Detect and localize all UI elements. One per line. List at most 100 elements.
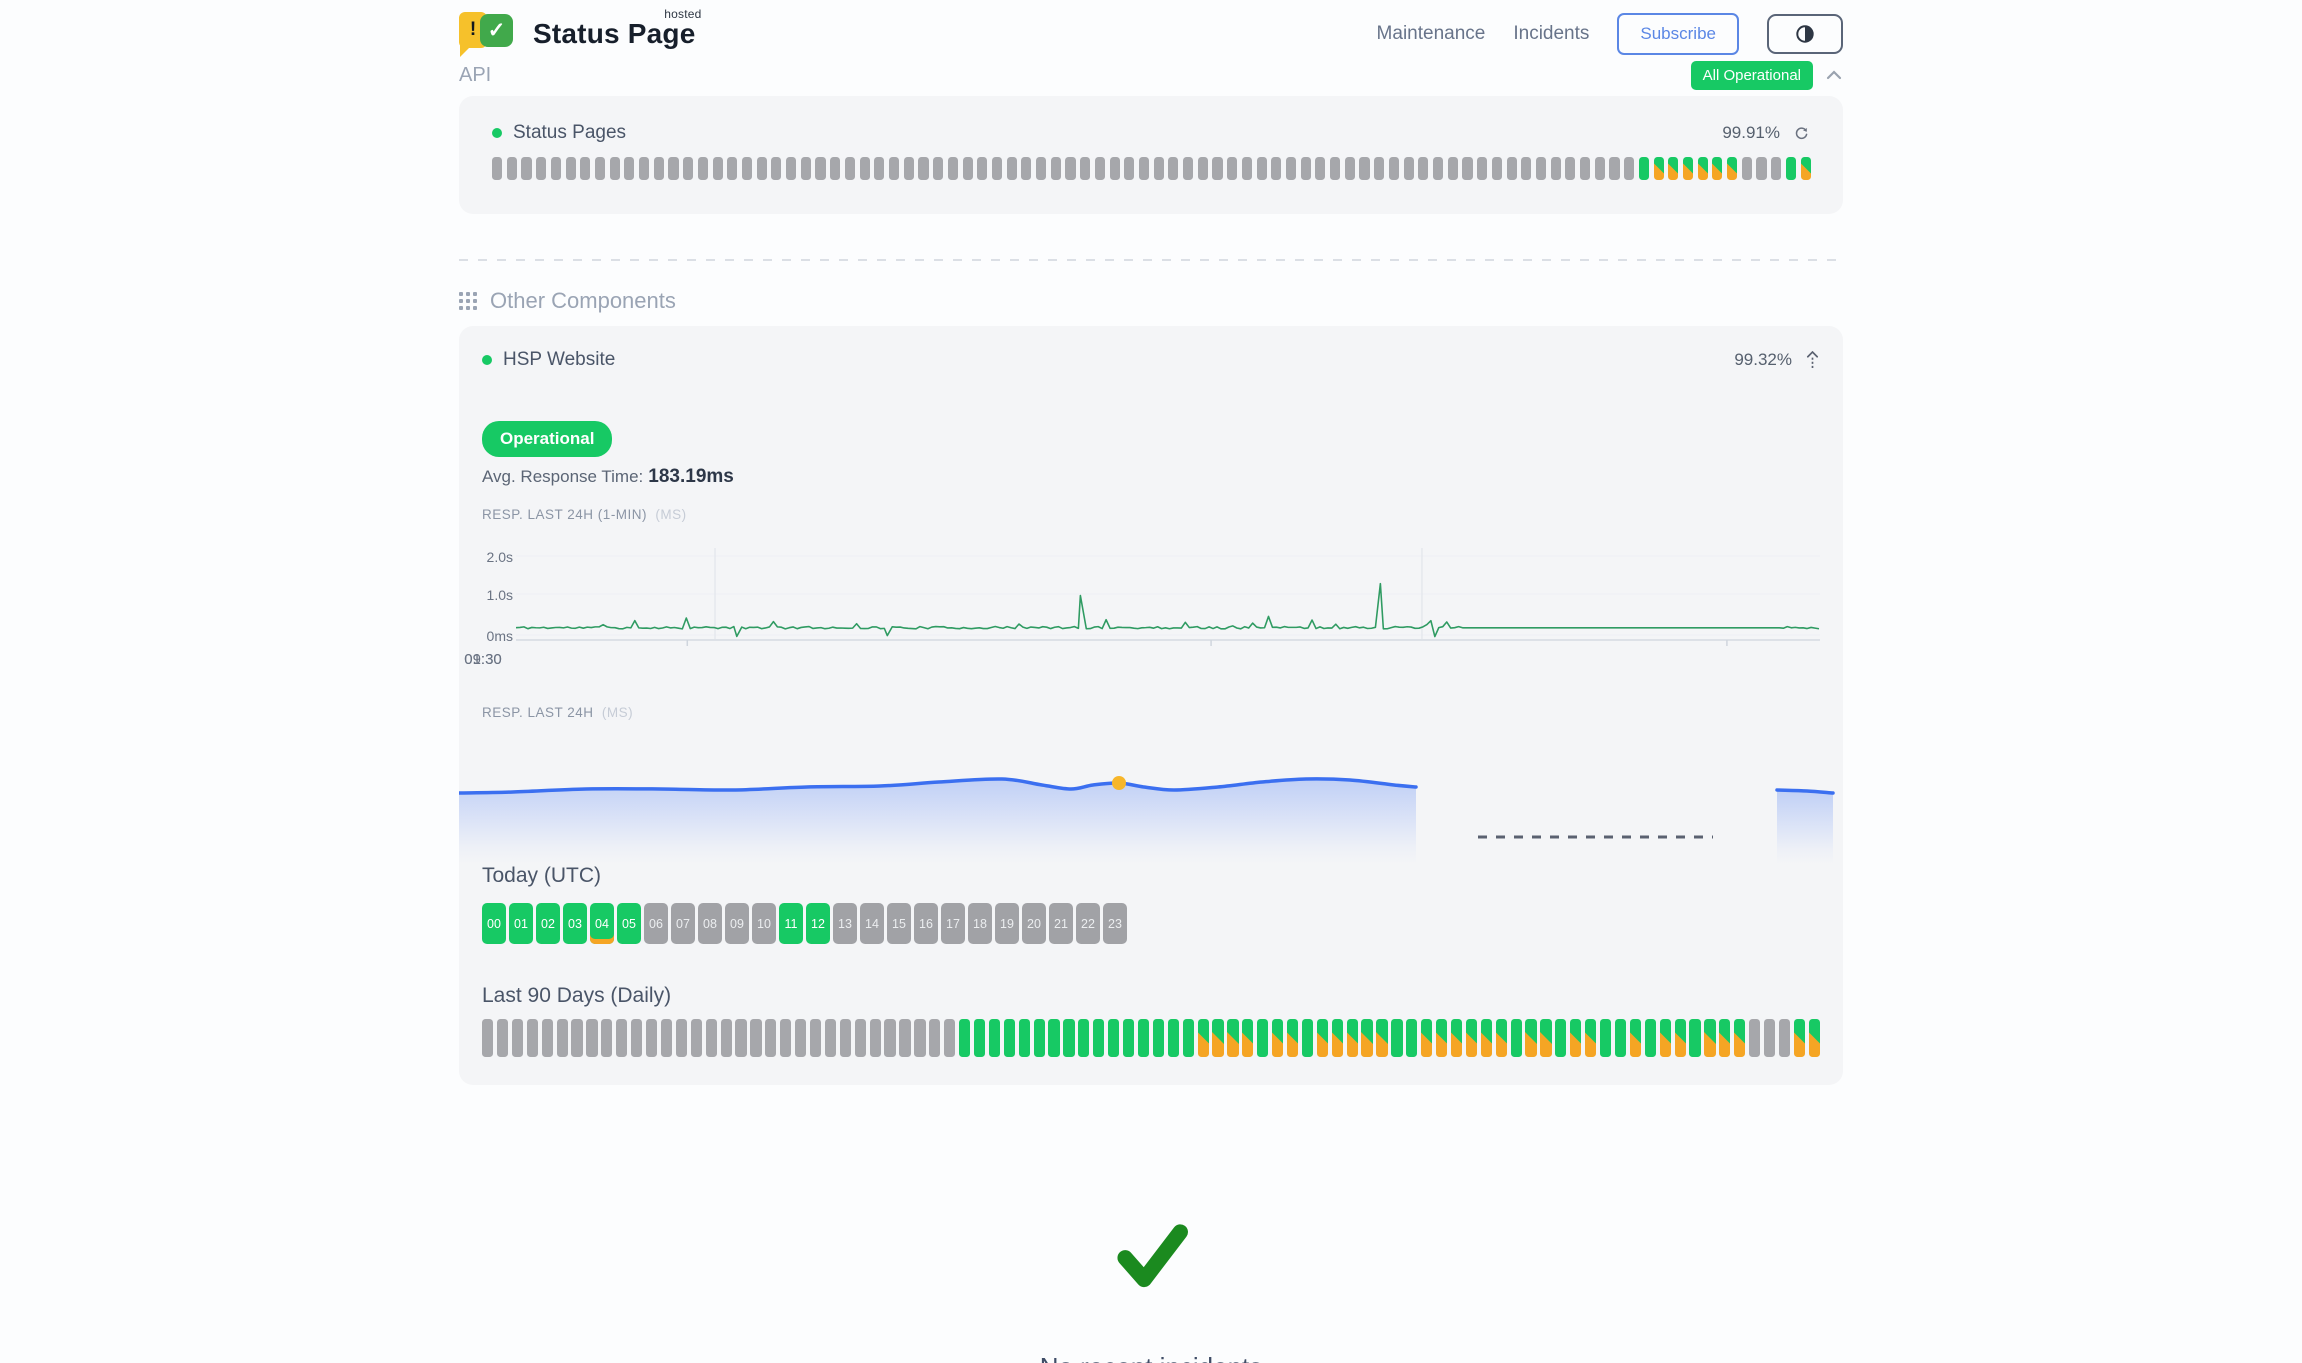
hour-block-19: 19 bbox=[995, 903, 1019, 944]
chart-label-unit: (MS) bbox=[602, 705, 633, 720]
api-card: Status Pages 99.91% bbox=[459, 96, 1843, 214]
nav-maintenance[interactable]: Maintenance bbox=[1377, 23, 1486, 45]
uptime-bar-partial-degradation bbox=[1317, 1019, 1328, 1057]
uptime-bar-operational bbox=[1645, 1019, 1656, 1057]
subscribe-button[interactable]: Subscribe bbox=[1617, 13, 1739, 55]
uptime-bar-no-data bbox=[521, 157, 531, 180]
uptime-bar-operational bbox=[1123, 1019, 1134, 1057]
uptime-bar-partial-degradation bbox=[1570, 1019, 1581, 1057]
chevron-up-icon[interactable] bbox=[1825, 68, 1843, 82]
uptime-bar-no-data bbox=[735, 1019, 746, 1057]
uptime-bar-operational bbox=[989, 1019, 1000, 1057]
uptime-bar-no-data bbox=[1286, 157, 1296, 180]
uptime-bar-partial-degradation bbox=[1540, 1019, 1551, 1057]
uptime-bar-operational bbox=[1406, 1019, 1417, 1057]
y-axis-label: 0ms bbox=[483, 628, 513, 644]
uptime-bar-no-data bbox=[551, 157, 561, 180]
uptime-bar-no-data bbox=[780, 1019, 791, 1057]
uptime-bar-no-data bbox=[727, 157, 737, 180]
uptime-bar-partial-degradation bbox=[1272, 1019, 1283, 1057]
uptime-bar-operational bbox=[1078, 1019, 1089, 1057]
uptime-bar-no-data bbox=[706, 1019, 717, 1057]
uptime-bar-partial-degradation bbox=[1198, 1019, 1209, 1057]
uptime-bar-partial-degradation bbox=[1242, 1019, 1253, 1057]
uptime-bar-no-data bbox=[542, 1019, 553, 1057]
uptime-bar-no-data bbox=[1065, 157, 1075, 180]
success-check-icon bbox=[1108, 1213, 1194, 1295]
nav-incidents[interactable]: Incidents bbox=[1513, 23, 1589, 45]
uptime-bar-partial-degradation bbox=[1734, 1019, 1745, 1057]
today-hour-blocks: 0001020304050607080910111213141516171819… bbox=[482, 903, 1820, 944]
uptime-bar-no-data bbox=[963, 157, 973, 180]
uptime-bar-no-data bbox=[1580, 157, 1590, 180]
uptime-bar-no-data bbox=[929, 1019, 940, 1057]
uptime-bar-partial-degradation bbox=[1630, 1019, 1641, 1057]
theme-contrast-icon bbox=[1794, 23, 1816, 45]
uptime-bar-no-data bbox=[586, 1019, 597, 1057]
component-row-status-pages: Status Pages 99.91% bbox=[492, 122, 1810, 144]
header: ! ✓ Status Page hosted Maintenance Incid… bbox=[459, 0, 1843, 58]
refresh-icon[interactable] bbox=[1793, 125, 1810, 142]
uptime-bar-partial-degradation bbox=[1525, 1019, 1536, 1057]
uptime-bar-operational bbox=[1048, 1019, 1059, 1057]
hour-block-04: 04 bbox=[590, 903, 614, 944]
trend-up-icon[interactable] bbox=[1805, 351, 1820, 369]
uptime-bar-no-data bbox=[1154, 157, 1164, 180]
hour-block-13: 13 bbox=[833, 903, 857, 944]
uptime-bar-no-data bbox=[624, 157, 634, 180]
uptime-bar-operational bbox=[1168, 1019, 1179, 1057]
theme-toggle-button[interactable] bbox=[1767, 14, 1843, 54]
uptime-bar-no-data bbox=[1227, 157, 1237, 180]
uptime-bar-partial-degradation bbox=[1421, 1019, 1432, 1057]
y-axis-label: 1.0s bbox=[483, 587, 513, 603]
uptime-bar-no-data bbox=[698, 157, 708, 180]
uptime-bar-no-data bbox=[933, 157, 943, 180]
hour-block-12: 12 bbox=[806, 903, 830, 944]
section-title-api: API bbox=[459, 64, 491, 87]
uptime-bar-no-data bbox=[557, 1019, 568, 1057]
uptime-bar-no-data bbox=[1242, 157, 1252, 180]
all-operational-badge[interactable]: All Operational bbox=[1691, 61, 1813, 90]
uptime-bar-no-data bbox=[527, 1019, 538, 1057]
hour-block-01: 01 bbox=[509, 903, 533, 944]
uptime-bar-no-data bbox=[1565, 157, 1575, 180]
uptime-bar-partial-degradation bbox=[1801, 157, 1811, 180]
uptime-bar-partial-degradation bbox=[1675, 1019, 1686, 1057]
uptime-bar-no-data bbox=[870, 1019, 881, 1057]
brand-title: Status Page hosted bbox=[533, 18, 695, 50]
last90-title: Last 90 Days (Daily) bbox=[459, 984, 1843, 1008]
y-axis-label: 2.0s bbox=[483, 549, 513, 565]
uptime-bar-no-data bbox=[1257, 157, 1267, 180]
uptime-bar-partial-degradation bbox=[1376, 1019, 1387, 1057]
uptime-bar-no-data bbox=[507, 157, 517, 180]
avg-response-row: Avg. Response Time:183.19ms bbox=[459, 466, 1843, 488]
uptime-bar-no-data bbox=[1389, 157, 1399, 180]
uptime-bar-no-data bbox=[1183, 157, 1193, 180]
hour-block-22: 22 bbox=[1076, 903, 1100, 944]
uptime-bar-no-data bbox=[1609, 157, 1619, 180]
uptime-bar-no-data bbox=[683, 157, 693, 180]
chart-label-text: RESP. LAST 24H (1-MIN) bbox=[482, 507, 647, 522]
uptime-bar-operational bbox=[1615, 1019, 1626, 1057]
uptime-bar-no-data bbox=[1771, 157, 1781, 180]
top-nav: Maintenance Incidents Subscribe bbox=[1377, 13, 1843, 55]
uptime-bar-no-data bbox=[676, 1019, 687, 1057]
uptime-bar-partial-degradation bbox=[1481, 1019, 1492, 1057]
uptime-bar-operational bbox=[1600, 1019, 1611, 1057]
uptime-bar-no-data bbox=[1507, 157, 1517, 180]
uptime-bar-no-data bbox=[944, 1019, 955, 1057]
uptime-bar-operational bbox=[1004, 1019, 1015, 1057]
uptime-bar-no-data bbox=[840, 1019, 851, 1057]
hsp-website-card: HSP Website 99.32% Operational Avg. Resp… bbox=[459, 326, 1843, 1085]
uptime-bar-no-data bbox=[786, 157, 796, 180]
hour-block-10: 10 bbox=[752, 903, 776, 944]
uptime-bar-operational bbox=[1257, 1019, 1268, 1057]
x-axis-label: 09:30 bbox=[464, 651, 502, 668]
uptime-bar-no-data bbox=[874, 157, 884, 180]
uptime-percent: 99.91% bbox=[1722, 123, 1780, 143]
response-time-line-chart: 2.0s 1.0s 0ms 01:30 09:30 bbox=[483, 548, 1820, 672]
no-incidents-title: No recent incidents bbox=[459, 1352, 1843, 1363]
uptime-bar-no-data bbox=[1624, 157, 1634, 180]
uptime-bar-no-data bbox=[884, 1019, 895, 1057]
uptime-bar-partial-degradation bbox=[1436, 1019, 1447, 1057]
